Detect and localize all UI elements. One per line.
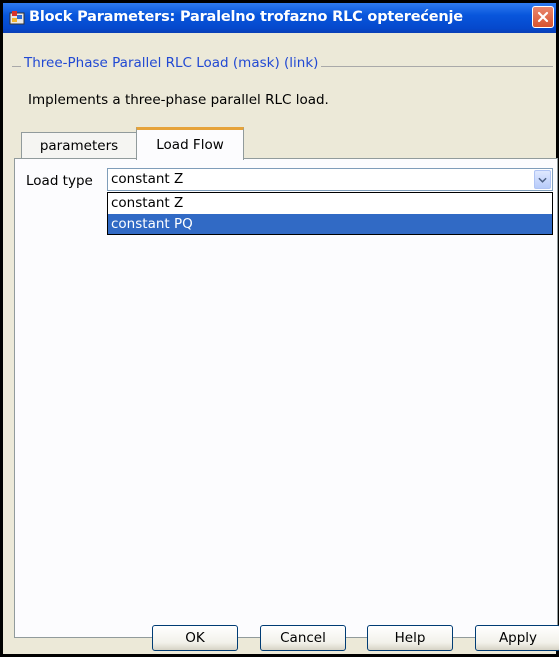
option-constant-pq[interactable]: constant PQ [108, 214, 552, 234]
close-button[interactable] [532, 6, 554, 28]
chevron-down-icon[interactable] [534, 170, 551, 189]
help-button-label: Help [394, 630, 426, 646]
load-type-label: Load type [26, 173, 93, 189]
block-parameters-dialog: Block Parameters: Paralelno trofazno RLC… [0, 0, 559, 657]
option-constant-z[interactable]: constant Z [108, 193, 552, 213]
load-type-dropdown-list: constant Z constant PQ [107, 192, 553, 235]
tab-load-flow-label: Load Flow [156, 137, 224, 153]
mask-group-title[interactable]: Three-Phase Parallel RLC Load (mask) (li… [21, 55, 322, 71]
ok-button[interactable]: OK [152, 625, 238, 651]
tab-parameters-label: parameters [39, 137, 119, 154]
tab-load-flow[interactable]: Load Flow [136, 127, 244, 160]
apply-button[interactable]: Apply [475, 625, 559, 651]
help-button[interactable]: Help [367, 625, 453, 651]
cancel-button[interactable]: Cancel [260, 625, 346, 651]
apply-button-label: Apply [498, 630, 538, 646]
close-icon [537, 11, 549, 23]
simulink-block-icon [9, 10, 25, 26]
mask-description: Implements a three-phase parallel RLC lo… [28, 92, 329, 108]
load-type-value: constant Z [111, 171, 184, 187]
load-type-select[interactable]: constant Z [107, 168, 553, 191]
ok-button-label: OK [185, 630, 205, 646]
cancel-button-label: Cancel [280, 630, 326, 646]
window-title: Block Parameters: Paralelno trofazno RLC… [29, 9, 463, 25]
title-bar[interactable]: Block Parameters: Paralelno trofazno RLC… [3, 3, 556, 33]
tab-parameters[interactable]: parameters [21, 132, 137, 158]
